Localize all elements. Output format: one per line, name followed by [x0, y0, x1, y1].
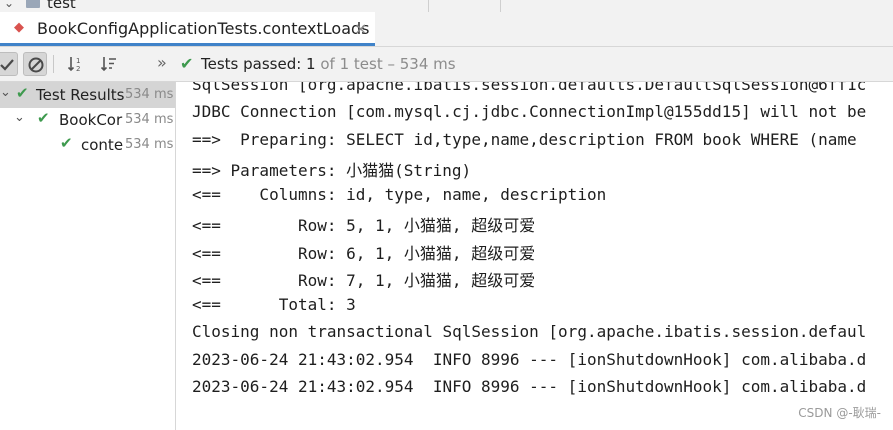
console-line: <== Row: 5, 1, 小猫猫, 超级可爱 — [192, 216, 536, 235]
tree-item-time: 534 ms — [125, 112, 174, 127]
sort-by-duration-button[interactable] — [97, 52, 121, 76]
console-line: <== Row: 7, 1, 小猫猫, 超级可爱 — [192, 271, 536, 290]
check-icon — [0, 59, 14, 71]
status-count: 1 — [306, 55, 316, 73]
run-tab-bar: ◆ BookConfigApplicationTests.contextLoad… — [0, 12, 893, 47]
console-line: ==> Parameters: 小猫猫(String) — [192, 161, 472, 180]
status-prefix: Tests passed: — [201, 55, 307, 73]
close-icon[interactable]: × — [354, 19, 367, 38]
tree-item-label: Test Results — [36, 86, 125, 104]
sort-duration-icon — [100, 57, 116, 72]
console-output[interactable]: SqlSession [org.apache.ibatis.session.de… — [176, 82, 893, 430]
console-line: JDBC Connection [com.mysql.cj.jdbc.Conne… — [192, 102, 867, 121]
test-status-text: Tests passed: 1 of 1 test – 534 ms — [201, 55, 456, 73]
divider — [500, 0, 501, 12]
sort-alphabetically-button[interactable]: 12 — [64, 52, 88, 76]
project-tree-strip: ⌄ test — [0, 0, 893, 12]
chevron-down-icon[interactable]: ⌄ — [14, 110, 25, 125]
console-line: 2023-06-24 21:43:02.954 INFO 8996 --- [i… — [192, 377, 867, 396]
run-config-icon: ◆ — [14, 20, 24, 35]
sort-alpha-icon: 12 — [67, 57, 80, 73]
console-line: ==> Preparing: SELECT id,type,name,descr… — [192, 130, 857, 149]
tree-item-label: BookCor — [59, 111, 123, 129]
chevron-down-icon[interactable]: ⌄ — [0, 85, 11, 100]
console-line: <== Columns: id, type, name, description — [192, 185, 607, 204]
test-runner-toolbar: 12 » ✔ Tests passed: 1 of 1 test – 534 m… — [0, 47, 893, 82]
tree-item-time: 534 ms — [125, 87, 174, 102]
tree-item-label: conte — [81, 136, 124, 154]
console-line: 2023-06-24 21:43:02.954 INFO 8996 --- [i… — [192, 350, 867, 369]
tab-run-configuration[interactable]: ◆ BookConfigApplicationTests.contextLoad… — [0, 12, 375, 46]
folder-icon — [26, 0, 40, 8]
svg-text:2: 2 — [76, 65, 80, 73]
console-line: <== Row: 6, 1, 小猫猫, 超级可爱 — [192, 244, 536, 263]
tab-title: BookConfigApplicationTests.contextLoads — [37, 19, 370, 38]
tree-item-test-results[interactable]: ⌄ ✔ Test Results 534 ms — [0, 82, 175, 108]
console-line: SqlSession [org.apache.ibatis.session.de… — [192, 82, 867, 94]
project-tree-label[interactable]: test — [47, 0, 76, 12]
test-tree-panel: ⌄ ✔ Test Results 534 ms ⌄ ✔ BookCor 534 … — [0, 82, 176, 430]
show-ignored-button[interactable] — [23, 52, 47, 76]
svg-text:1: 1 — [76, 57, 80, 65]
check-icon: ✔ — [16, 84, 29, 102]
console-line: <== Total: 3 — [192, 295, 356, 314]
more-actions-icon[interactable]: » — [157, 53, 167, 72]
chevron-down-icon[interactable]: ⌄ — [4, 0, 14, 10]
tree-item-test-method[interactable]: ✔ conte 534 ms — [0, 132, 175, 158]
console-line: Closing non transactional SqlSession [or… — [192, 322, 867, 341]
check-icon: ✔ — [37, 109, 50, 127]
tree-item-test-class[interactable]: ⌄ ✔ BookCor 534 ms — [0, 107, 175, 133]
check-icon: ✔ — [180, 54, 194, 73]
status-suffix: of 1 test – 534 ms — [315, 55, 456, 73]
check-icon: ✔ — [60, 134, 73, 152]
toolbar-divider — [53, 55, 54, 73]
tree-item-time: 534 ms — [125, 137, 174, 152]
watermark: CSDN @-耿瑞- — [798, 406, 881, 420]
show-passed-button[interactable] — [0, 52, 18, 76]
divider — [428, 0, 429, 12]
ignored-icon — [28, 57, 44, 73]
